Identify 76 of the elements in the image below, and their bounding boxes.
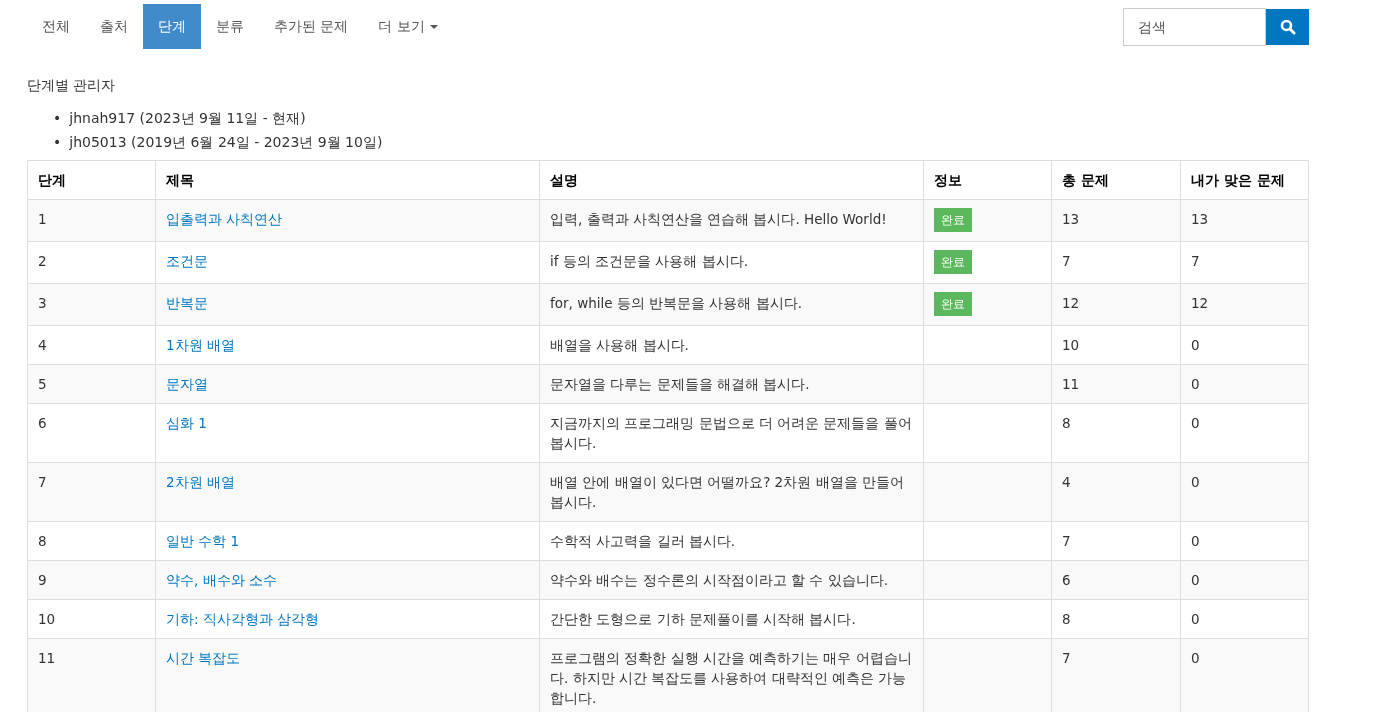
table-cell: 0 (1180, 364, 1309, 404)
column-header: 단계 (27, 160, 156, 200)
search-button[interactable] (1266, 8, 1309, 45)
table-cell: 간단한 도형으로 기하 문제풀이를 시작해 봅시다. (539, 599, 924, 639)
table-cell: 3 (27, 283, 156, 326)
table-cell: 지금까지의 프로그래밍 문법으로 더 어려운 문제들을 풀어봅시다. (539, 403, 924, 463)
table-cell: 배열 안에 배열이 있다면 어떨까요? 2차원 배열을 만들어 봅시다. (539, 462, 924, 522)
table-cell: 7 (1051, 241, 1181, 284)
caret-icon (429, 24, 438, 29)
step-title-link[interactable]: 1차원 배열 (166, 337, 235, 353)
step-title-link[interactable]: 2차원 배열 (166, 474, 235, 490)
step-title-link[interactable]: 반복문 (166, 295, 208, 311)
table-cell: 6 (1051, 560, 1181, 600)
search-icon (1279, 18, 1296, 35)
table-cell: for, while 등의 반복문을 사용해 봅시다. (539, 283, 924, 326)
table-cell: 6 (27, 403, 156, 463)
table-cell: 수학적 사고력을 길러 봅시다. (539, 521, 924, 561)
manager-item: jh05013 (2019년 6월 24일 - 2023년 9월 10일) (69, 133, 383, 152)
step-title-link[interactable]: 입출력과 사칙연산 (166, 211, 283, 227)
column-header: 정보 (923, 160, 1052, 200)
table-cell: 0 (1180, 521, 1309, 561)
table-cell: 0 (1180, 560, 1309, 600)
managers-heading: 단계별 관리자 (27, 76, 117, 95)
nav-tab[interactable]: 출처 (85, 4, 143, 49)
status-badge: 완료 (934, 208, 972, 232)
column-header: 총 문제 (1051, 160, 1181, 200)
table-cell: 7 (1180, 241, 1309, 284)
table-cell: 8 (1051, 599, 1181, 639)
table-cell: if 등의 조건문을 사용해 봅시다. (539, 241, 924, 284)
table-cell: 배열을 사용해 봅시다. (539, 325, 924, 365)
table-cell: 문자열을 다루는 문제들을 해결해 봅시다. (539, 364, 924, 404)
table-cell: 5 (27, 364, 156, 404)
bullet-icon: • (53, 130, 62, 154)
manager-item: jhnah917 (2023년 9월 11일 - 현재) (69, 109, 306, 128)
table-cell: 0 (1180, 325, 1309, 365)
step-title-link[interactable]: 약수, 배수와 소수 (166, 572, 277, 588)
step-title-link[interactable]: 심화 1 (166, 415, 207, 431)
bullet-icon: • (53, 106, 62, 130)
table-cell: 7 (1051, 521, 1181, 561)
table-cell: 0 (1180, 462, 1309, 522)
step-title-link[interactable]: 일반 수학 1 (166, 533, 240, 549)
table-cell: 0 (1180, 599, 1309, 639)
table-cell: 7 (27, 462, 156, 522)
table-cell: 10 (27, 599, 156, 639)
table-cell: 12 (1180, 283, 1309, 326)
table-cell: 8 (1051, 403, 1181, 463)
nav-tab[interactable]: 분류 (201, 4, 259, 49)
more-dropdown[interactable]: 더 보기 (363, 4, 453, 49)
status-badge: 완료 (934, 292, 972, 316)
step-title-link[interactable]: 조건문 (166, 253, 208, 269)
table-cell: 4 (1051, 462, 1181, 522)
column-header: 내가 맞은 문제 (1180, 160, 1309, 200)
table-cell: 2 (27, 241, 156, 284)
step-title-link[interactable]: 문자열 (166, 376, 208, 392)
table-cell: 1 (27, 199, 156, 242)
column-header: 제목 (155, 160, 540, 200)
table-cell: 입력, 출력과 사칙연산을 연습해 봅시다. Hello World! (539, 199, 924, 242)
column-header: 설명 (539, 160, 924, 200)
table-cell: 9 (27, 560, 156, 600)
table-cell: 8 (27, 521, 156, 561)
table-cell: 13 (1051, 199, 1181, 242)
nav-tab[interactable]: 전체 (27, 4, 85, 49)
status-badge: 완료 (934, 250, 972, 274)
table-cell: 10 (1051, 325, 1181, 365)
nav-tab[interactable]: 추가된 문제 (259, 4, 364, 49)
table-cell: 11 (1051, 364, 1181, 404)
nav-tab[interactable]: 단계 (143, 4, 201, 49)
table-cell: 4 (27, 325, 156, 365)
search-field[interactable]: 검색 (1123, 7, 1266, 46)
table-cell: 약수와 배수는 정수론의 시작점이라고 할 수 있습니다. (539, 560, 924, 600)
step-title-link[interactable]: 시간 복잡도 (166, 650, 241, 666)
table-cell: 12 (1051, 283, 1181, 326)
step-title-link[interactable]: 기하: 직사각형과 삼각형 (166, 611, 320, 627)
table-cell: 0 (1180, 403, 1309, 463)
table-cell: 13 (1180, 199, 1309, 242)
table-cell: 11 (27, 638, 156, 712)
